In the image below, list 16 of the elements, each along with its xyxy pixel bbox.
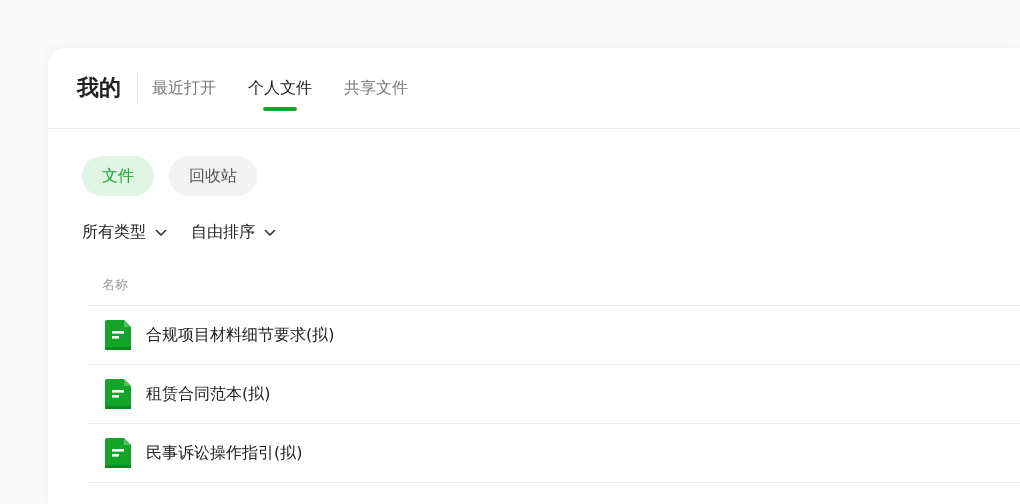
page-title: 我的 <box>77 74 121 102</box>
file-name[interactable]: 租赁合同范本(拟) <box>146 383 271 405</box>
column-header: 名称 <box>102 276 128 294</box>
file-name[interactable]: 民事诉讼操作指引(拟) <box>146 442 303 464</box>
document-icon <box>105 438 131 468</box>
segment-chip[interactable]: 回收站 <box>169 156 257 196</box>
filter-dropdown[interactable]: 所有类型 <box>82 222 167 243</box>
document-icon <box>105 320 131 350</box>
chevron-down-icon <box>155 228 167 237</box>
filter-dropdown[interactable]: 自由排序 <box>191 222 276 243</box>
chevron-down-icon <box>264 228 276 237</box>
tab[interactable]: 个人文件 <box>248 48 312 128</box>
document-icon <box>105 379 131 409</box>
tab[interactable]: 共享文件 <box>344 48 408 128</box>
file-name[interactable]: 合规项目材料细节要求(拟) <box>146 324 335 346</box>
tab[interactable]: 最近打开 <box>152 48 216 128</box>
